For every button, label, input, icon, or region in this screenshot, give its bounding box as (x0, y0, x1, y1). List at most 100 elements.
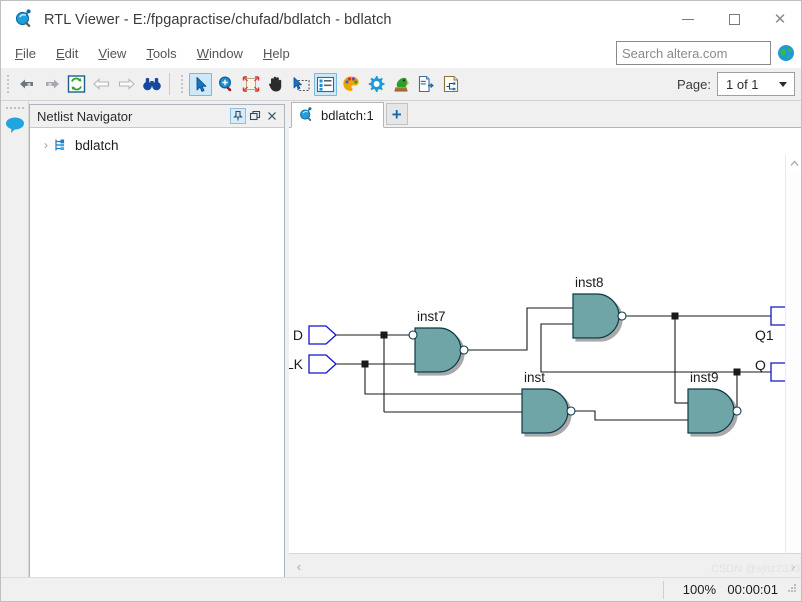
resize-grip[interactable] (788, 583, 800, 596)
junction-q (733, 368, 741, 376)
zoom-level: 100% (682, 582, 716, 597)
gate-inst7[interactable] (414, 327, 462, 373)
settings-gear-icon[interactable] (364, 73, 387, 96)
netlist-navigator-icon[interactable] (314, 72, 337, 96)
rtl-viewer-window: RTL Viewer - E:/fpgapractise/chufad/bdla… (0, 0, 802, 602)
toolbar-grip-2[interactable] (178, 74, 185, 94)
port-D-label: D (293, 327, 303, 343)
netlist-node-icon (53, 138, 70, 153)
gate-inst7-output-bubble (459, 345, 469, 355)
junction-d (380, 331, 388, 339)
restore-icon[interactable] (247, 108, 263, 124)
gate-inst9[interactable] (687, 388, 735, 434)
netlist-navigator-buttons (230, 108, 280, 124)
close-button[interactable]: ✕ (757, 1, 801, 38)
output-ports[interactable] (770, 306, 786, 382)
pan-hand-icon[interactable] (264, 73, 287, 96)
menu-file-mnemonic: F (15, 45, 23, 61)
menu-file-rest: ile (22, 45, 36, 61)
gate-inst[interactable] (521, 388, 569, 434)
schematic-page-icon[interactable] (439, 73, 462, 96)
schematic-drawing: D CLK inst7 (289, 275, 786, 434)
next-page-icon[interactable] (115, 73, 138, 96)
netlist-navigator-title: Netlist Navigator (37, 108, 133, 124)
pin-icon[interactable] (230, 108, 246, 124)
gate-inst7-input-bubble (408, 330, 418, 340)
menu-edit[interactable]: Edit (46, 43, 88, 64)
port-Q1-text: Q1 (755, 327, 774, 343)
gate-inst8[interactable] (572, 293, 620, 339)
add-tab-button[interactable]: + (385, 103, 408, 125)
gate-inst9-label: inst9 (690, 370, 719, 385)
gate-inst9-output-bubble (732, 406, 742, 416)
chevron-right-icon[interactable]: › (39, 139, 53, 151)
gate-inst-output-bubble (566, 406, 576, 416)
port-D-shape (308, 325, 337, 345)
rubber-band-select-icon[interactable] (289, 73, 312, 96)
scroll-left-button[interactable]: ‹ (289, 557, 309, 577)
gate-inst8-output-bubble (617, 311, 627, 321)
toolbar-separator-1 (169, 73, 170, 95)
port-Q-text: Q (755, 357, 766, 373)
search-input[interactable] (616, 41, 771, 65)
tree-item-label: bdlatch (75, 137, 119, 153)
netlist-tree[interactable]: › bdlatch (30, 134, 284, 582)
close-icon: ✕ (773, 11, 787, 28)
menu-tools-rest: ools (152, 45, 177, 61)
menu-file[interactable]: File (5, 43, 46, 64)
canvas-vertical-scrollbar[interactable] (785, 155, 801, 580)
find-binoculars-icon[interactable] (140, 73, 163, 96)
previous-page-icon[interactable] (90, 73, 113, 96)
fit-in-window-icon[interactable] (239, 73, 262, 96)
color-palette-icon[interactable] (339, 73, 362, 96)
menu-window[interactable]: Window (187, 43, 253, 64)
probe-bird-icon[interactable] (389, 73, 412, 96)
menu-window-mnemonic: W (196, 45, 209, 61)
gate-inst8-label: inst8 (575, 275, 604, 290)
schematic-canvas[interactable]: D CLK inst7 (289, 128, 786, 553)
canvas-horizontal-scrollbar[interactable]: ‹ › (289, 553, 801, 579)
close-icon[interactable] (264, 108, 280, 124)
toolbar-grip-1[interactable] (4, 74, 11, 94)
page-select-value: 1 of 1 (726, 76, 759, 92)
netlist-navigator-header: Netlist Navigator (30, 105, 284, 128)
page-select[interactable]: 1 of 1 (717, 72, 795, 96)
left-rail (1, 101, 29, 583)
scroll-up-button[interactable] (786, 155, 801, 172)
forward-arrow-icon[interactable] (40, 73, 63, 96)
message-bubble-icon[interactable] (4, 115, 26, 135)
tree-item-bdlatch[interactable]: › bdlatch (30, 134, 284, 156)
tab-bdlatch-1[interactable]: bdlatch:1 (291, 102, 384, 128)
refresh-icon[interactable] (65, 73, 88, 96)
menu-view-mnemonic: V (98, 45, 107, 61)
editor-panel: bdlatch:1 + D K inst7 inst8 inst inst9 Q… (289, 101, 801, 580)
left-rail-grip[interactable] (1, 101, 28, 111)
globe-icon[interactable] (777, 44, 795, 62)
menu-help[interactable]: Help (253, 43, 300, 64)
menu-view-rest: iew (106, 45, 127, 61)
window-title: RTL Viewer - E:/fpgapractise/chufad/bdla… (44, 11, 392, 28)
menu-tools[interactable]: Tools (136, 43, 186, 64)
export-page-icon[interactable] (414, 73, 437, 96)
search-area (616, 41, 795, 65)
netlist-navigator-panel: Netlist Navigator › bdlatch (29, 104, 285, 582)
page-selector-area: Page: 1 of 1 (677, 72, 795, 96)
zoom-in-magnifier-icon[interactable] (214, 73, 237, 96)
vertical-scroll-track[interactable] (786, 172, 801, 563)
back-arrow-icon[interactable] (15, 73, 38, 96)
gate-inst-label: inst (524, 370, 545, 385)
maximize-button[interactable] (711, 1, 757, 38)
input-ports[interactable]: D CLK (289, 325, 337, 374)
menu-view[interactable]: View (88, 43, 136, 64)
toolbar: Page: 1 of 1 (1, 68, 801, 101)
menu-edit-mnemonic: E (55, 45, 65, 61)
port-CLK-label: CLK (289, 356, 304, 372)
status-separator (663, 580, 664, 599)
minimize-button[interactable] (665, 1, 711, 38)
elapsed-time: 00:00:01 (727, 582, 778, 597)
schematic-canvas-wrapper: D CLK inst7 (289, 128, 801, 580)
title-bar: RTL Viewer - E:/fpgapractise/chufad/bdla… (1, 1, 801, 38)
scroll-right-button[interactable]: › (783, 557, 801, 577)
select-arrow-icon[interactable] (189, 72, 212, 96)
rtl-viewer-icon (298, 107, 315, 123)
